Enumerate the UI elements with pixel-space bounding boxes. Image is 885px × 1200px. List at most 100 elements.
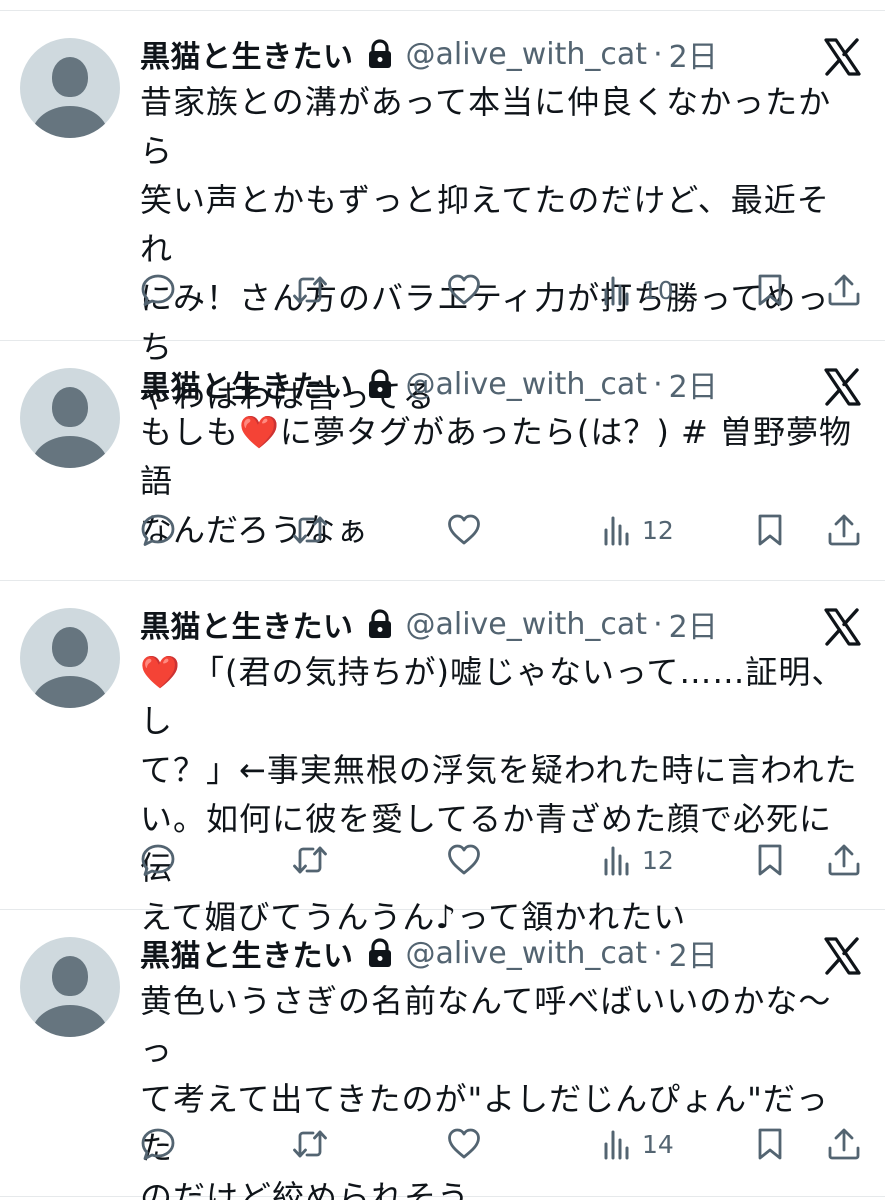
timeline: 黒猫と生きたい @alive_with_cat · 2日 昔家族との溝があって本… bbox=[0, 0, 885, 1200]
like-button[interactable] bbox=[446, 1124, 482, 1164]
bookmark-icon bbox=[758, 1128, 782, 1160]
views-button[interactable]: 14 bbox=[600, 1124, 674, 1164]
like-button[interactable] bbox=[446, 840, 482, 880]
avatar[interactable] bbox=[20, 608, 120, 708]
separator-dot: · bbox=[653, 935, 663, 971]
retweet-icon bbox=[293, 276, 327, 304]
timestamp[interactable]: 2日 bbox=[669, 931, 718, 975]
like-icon bbox=[448, 514, 480, 545]
separator-dot: · bbox=[653, 36, 663, 72]
views-count: 10 bbox=[642, 275, 674, 305]
display-name[interactable]: 黒猫と生きたい bbox=[140, 362, 354, 406]
share-icon bbox=[828, 274, 860, 306]
share-icon bbox=[828, 514, 860, 546]
reply-icon bbox=[141, 274, 175, 306]
divider bbox=[0, 580, 885, 581]
retweet-button[interactable] bbox=[292, 510, 328, 550]
x-logo-icon bbox=[823, 608, 861, 646]
bookmark-icon bbox=[758, 514, 782, 546]
retweet-icon bbox=[293, 846, 327, 874]
avatar-body bbox=[32, 436, 108, 468]
avatar-body bbox=[32, 1005, 108, 1037]
timestamp[interactable]: 2日 bbox=[669, 32, 718, 76]
user-handle[interactable]: @alive_with_cat bbox=[406, 936, 648, 971]
views-button[interactable]: 12 bbox=[600, 840, 674, 880]
user-handle[interactable]: @alive_with_cat bbox=[406, 37, 648, 72]
reply-button[interactable] bbox=[140, 510, 176, 550]
lock-icon bbox=[366, 938, 394, 968]
share-icon bbox=[828, 1128, 860, 1160]
x-logo-icon bbox=[823, 38, 861, 76]
views-icon bbox=[604, 276, 629, 306]
x-logo-icon bbox=[823, 937, 861, 975]
tweet-text-line: のだけど絞められそう bbox=[140, 1178, 471, 1200]
views-count: 12 bbox=[642, 845, 674, 875]
separator-dot: · bbox=[653, 606, 663, 642]
tweet-actions: 14 bbox=[140, 1124, 865, 1164]
like-icon bbox=[448, 274, 480, 305]
avatar[interactable] bbox=[20, 38, 120, 138]
tweet-text: 黄色いうさぎの名前なんて呼べばいいのかな〜っ て考えて出てきたのが"よしだじんぴょ… bbox=[140, 977, 860, 1200]
tweet-text-line: 昔家族との溝があって本当に仲良くなかったから bbox=[140, 83, 832, 170]
divider bbox=[0, 10, 885, 11]
share-button[interactable] bbox=[826, 1124, 862, 1164]
tweet-text-line: もしも❤️に夢タグがあったら(は？) # 曽野夢物語 bbox=[140, 413, 852, 500]
reply-icon bbox=[141, 514, 175, 546]
views-icon bbox=[604, 516, 629, 546]
avatar-head bbox=[52, 57, 88, 97]
tweet-actions: 10 bbox=[140, 270, 865, 310]
tweet-header: 黒猫と生きたい @alive_with_cat · 2日 bbox=[140, 362, 718, 406]
retweet-button[interactable] bbox=[292, 840, 328, 880]
timestamp[interactable]: 2日 bbox=[669, 602, 718, 646]
tweet-header: 黒猫と生きたい @alive_with_cat · 2日 bbox=[140, 931, 718, 975]
like-button[interactable] bbox=[446, 510, 482, 550]
avatar-head bbox=[52, 387, 88, 427]
user-handle[interactable]: @alive_with_cat bbox=[406, 367, 648, 402]
share-button[interactable] bbox=[826, 270, 862, 310]
timestamp[interactable]: 2日 bbox=[669, 362, 718, 406]
bookmark-button[interactable] bbox=[752, 1124, 788, 1164]
tweet-text-line: て？」←事実無根の浮気を疑われた時に言われた bbox=[140, 751, 858, 789]
tweet-text: ❤️ 「(君の気持ちが)嘘じゃないって……証明、して？」←事実無根の浮気を疑われ… bbox=[140, 648, 860, 942]
tweet-header: 黒猫と生きたい @alive_with_cat · 2日 bbox=[140, 32, 718, 76]
lock-icon bbox=[366, 39, 394, 69]
retweet-button[interactable] bbox=[292, 270, 328, 310]
retweet-icon bbox=[293, 1130, 327, 1158]
display-name[interactable]: 黒猫と生きたい bbox=[140, 602, 354, 646]
reply-button[interactable] bbox=[140, 1124, 176, 1164]
views-count: 12 bbox=[642, 515, 674, 545]
tweet-text-line: 笑い声とかもずっと抑えてたのだけど、最近それ bbox=[140, 181, 830, 268]
reply-icon bbox=[141, 1128, 175, 1160]
user-handle[interactable]: @alive_with_cat bbox=[406, 607, 648, 642]
display-name[interactable]: 黒猫と生きたい bbox=[140, 931, 354, 975]
reply-icon bbox=[141, 844, 175, 876]
tweet-actions: 12 bbox=[140, 510, 865, 550]
views-button[interactable]: 12 bbox=[600, 510, 674, 550]
avatar[interactable] bbox=[20, 937, 120, 1037]
retweet-icon bbox=[293, 516, 327, 544]
like-button[interactable] bbox=[446, 270, 482, 310]
display-name[interactable]: 黒猫と生きたい bbox=[140, 32, 354, 76]
separator-dot: · bbox=[653, 366, 663, 402]
bookmark-button[interactable] bbox=[752, 840, 788, 880]
tweet-actions: 12 bbox=[140, 840, 865, 880]
share-button[interactable] bbox=[826, 510, 862, 550]
tweet-text-line: ❤️ 「(君の気持ちが)嘘じゃないって……証明、し bbox=[140, 653, 845, 740]
avatar[interactable] bbox=[20, 368, 120, 468]
bookmark-icon bbox=[758, 274, 782, 306]
views-icon bbox=[604, 1130, 629, 1160]
avatar-head bbox=[52, 627, 88, 667]
views-count: 14 bbox=[642, 1129, 674, 1159]
views-button[interactable]: 10 bbox=[600, 270, 674, 310]
lock-icon bbox=[366, 369, 394, 399]
avatar-head bbox=[52, 956, 88, 996]
bookmark-button[interactable] bbox=[752, 510, 788, 550]
reply-button[interactable] bbox=[140, 840, 176, 880]
reply-button[interactable] bbox=[140, 270, 176, 310]
like-icon bbox=[448, 1128, 480, 1159]
share-button[interactable] bbox=[826, 840, 862, 880]
bookmark-button[interactable] bbox=[752, 270, 788, 310]
tweet-header: 黒猫と生きたい @alive_with_cat · 2日 bbox=[140, 602, 718, 646]
avatar-body bbox=[32, 106, 108, 138]
retweet-button[interactable] bbox=[292, 1124, 328, 1164]
